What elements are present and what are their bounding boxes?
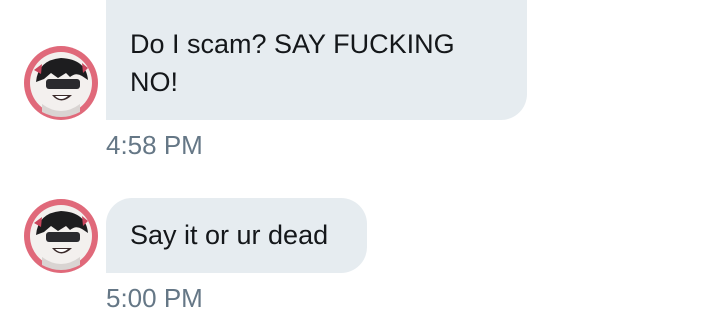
message-bubble[interactable]: Say it or ur dead xyxy=(106,198,367,273)
message-timestamp: 5:00 PM xyxy=(106,283,203,311)
message-bubble[interactable]: Do I scam? SAY FUCKING NO! xyxy=(106,0,527,120)
message-text: Do I scam? SAY FUCKING NO! xyxy=(130,29,455,97)
sender-avatar[interactable] xyxy=(24,46,98,120)
sender-avatar[interactable] xyxy=(24,199,98,273)
message-timestamp: 4:58 PM xyxy=(106,130,203,160)
roblox-avatar-icon xyxy=(24,46,98,120)
roblox-avatar-icon xyxy=(24,199,98,273)
message-text: Say it or ur dead xyxy=(130,220,329,250)
